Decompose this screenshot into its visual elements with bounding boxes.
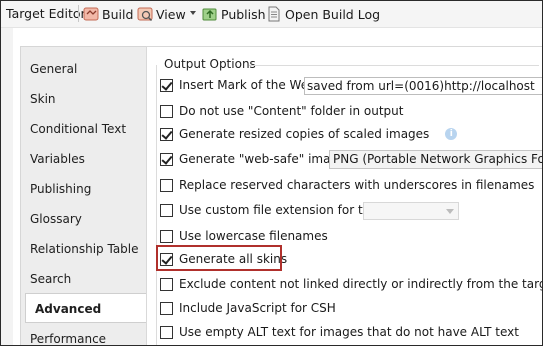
group-border-top	[249, 65, 539, 66]
open-build-log-button[interactable]: Open Build Log	[266, 4, 380, 24]
toolbar-separator	[78, 5, 79, 22]
build-button[interactable]: Build	[83, 4, 133, 24]
option-label: Generate resized copies of scaled images	[179, 127, 430, 141]
build-label: Build	[102, 6, 134, 22]
sidebar-item-skin[interactable]: Skin	[21, 84, 146, 114]
sidebar-item-performance[interactable]: Performance	[21, 324, 146, 345]
group-border-left	[156, 65, 157, 345]
advanced-panel: Output Options Insert Mark of the Web sa…	[146, 46, 543, 345]
option-label: Generate "web-safe" images	[179, 152, 352, 166]
left-frame	[1, 28, 13, 345]
log-file-icon	[268, 6, 280, 22]
checkbox[interactable]	[160, 152, 173, 166]
option-lowercase-filenames[interactable]: Use lowercase filenames	[160, 227, 328, 245]
view-button[interactable]: View	[137, 4, 186, 24]
checkbox[interactable]	[160, 178, 173, 192]
highlight-box	[156, 245, 282, 271]
view-dropdown-caret-icon[interactable]	[190, 11, 196, 15]
option-label: Insert Mark of the Web	[179, 78, 316, 92]
option-label: Do not use "Content" folder in output	[179, 104, 404, 118]
option-exclude-unlinked-content[interactable]: Exclude content not linked directly or i…	[160, 275, 543, 293]
target-editor-window: Target Editor Build View Publish Open Bu…	[0, 0, 543, 346]
checkbox[interactable]	[160, 301, 173, 315]
option-label: Use lowercase filenames	[179, 229, 328, 243]
option-web-safe-images[interactable]: Generate "web-safe" images	[160, 150, 352, 168]
file-extension-dropdown[interactable]	[363, 202, 459, 220]
sidebar-item-search[interactable]: Search	[21, 264, 146, 294]
option-label: Include JavaScript for CSH	[179, 301, 336, 315]
option-label: Use empty ALT text for images that do no…	[179, 325, 519, 339]
output-options-title: Output Options	[164, 57, 256, 71]
option-resized-images[interactable]: Generate resized copies of scaled images…	[160, 125, 458, 143]
view-icon	[137, 7, 153, 22]
checkbox[interactable]	[160, 325, 173, 339]
checkbox[interactable]	[160, 229, 173, 243]
sidebar-item-general[interactable]: General	[21, 54, 146, 84]
publish-label: Publish	[221, 6, 266, 22]
checkbox[interactable]	[160, 78, 173, 92]
info-icon[interactable]: i	[445, 128, 458, 140]
toolbar: Target Editor Build View Publish Open Bu…	[1, 1, 542, 28]
option-label: Use custom file extension for topics	[179, 203, 394, 217]
image-format-select[interactable]: PNG (Portable Network Graphics Format)	[329, 150, 542, 169]
window-title: Target Editor	[6, 6, 86, 21]
checkbox[interactable]	[160, 277, 173, 291]
option-label: Exclude content not linked directly or i…	[179, 277, 543, 291]
publish-button[interactable]: Publish	[202, 4, 266, 24]
option-label: Replace reserved characters with undersc…	[179, 178, 535, 192]
view-label: View	[156, 6, 186, 22]
option-empty-alt-text[interactable]: Use empty ALT text for images that do no…	[160, 323, 519, 341]
checkbox[interactable]	[160, 203, 173, 217]
sidebar-item-conditional-text[interactable]: Conditional Text	[21, 114, 146, 144]
option-no-content-folder[interactable]: Do not use "Content" folder in output	[160, 102, 403, 120]
option-insert-mark-of-web[interactable]: Insert Mark of the Web	[160, 76, 316, 94]
chevron-down-icon	[446, 209, 454, 214]
option-replace-reserved-chars[interactable]: Replace reserved characters with undersc…	[160, 176, 542, 194]
checkbox[interactable]	[160, 127, 173, 141]
option-custom-extension[interactable]: Use custom file extension for topics	[160, 201, 394, 219]
checkbox[interactable]	[160, 104, 173, 118]
sidebar-item-variables[interactable]: Variables	[21, 144, 146, 174]
open-build-log-label: Open Build Log	[285, 6, 381, 22]
publish-icon	[202, 8, 217, 21]
sidebar-item-relationship-table[interactable]: Relationship Table	[21, 234, 146, 264]
build-icon	[83, 7, 99, 21]
sidebar-item-glossary[interactable]: Glossary	[21, 204, 146, 234]
option-include-javascript-csh[interactable]: Include JavaScript for CSH	[160, 299, 336, 317]
sidebar-item-publishing[interactable]: Publishing	[21, 174, 146, 204]
sidebar-item-advanced[interactable]: Advanced	[25, 293, 146, 323]
mark-of-web-input[interactable]: saved from url=(0016)http://localhost	[304, 77, 542, 95]
sidebar: General Skin Conditional Text Variables …	[20, 46, 146, 345]
